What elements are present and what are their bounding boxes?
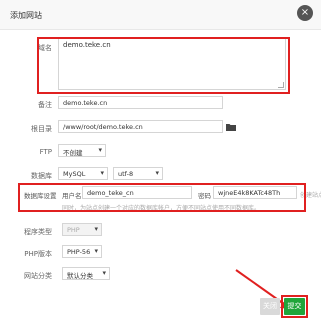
red-arrow-icon: [235, 269, 291, 309]
close-button[interactable]: 关闭: [260, 298, 280, 315]
submit-button[interactable]: 提交: [284, 298, 305, 315]
add-site-dialog: 添加网站 × 域名 demo.teke.cn 备注 demo.teke.cn 根…: [0, 0, 321, 321]
